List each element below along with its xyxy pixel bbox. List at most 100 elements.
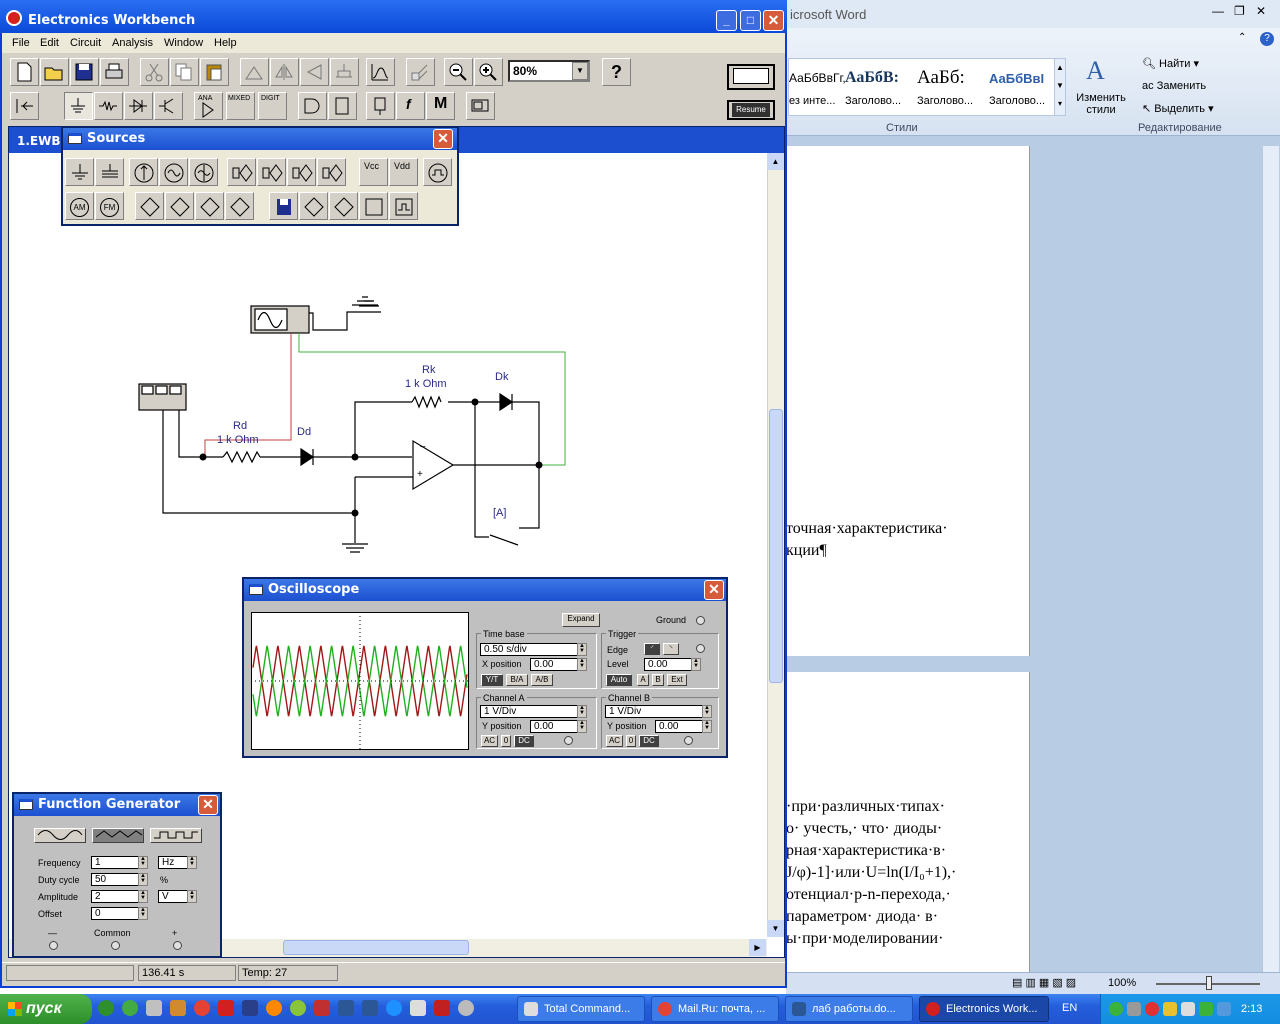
diode-dk[interactable] [499,392,514,412]
replace-button[interactable]: ac Заменить [1142,80,1206,92]
expand-button[interactable]: Expand [562,613,600,627]
duty-cycle-spinner[interactable]: ▲ ▼ [138,873,148,886]
ground-terminal[interactable] [696,616,705,625]
opamp[interactable] [412,439,455,491]
trigger-b-button[interactable]: B [652,674,664,686]
quicklaunch-icon-12[interactable] [362,1000,378,1016]
quicklaunch-icon-10[interactable] [314,1000,330,1016]
quicklaunch-icon-11[interactable] [338,1000,354,1016]
minus-terminal[interactable] [49,941,58,950]
common-terminal[interactable] [111,941,120,950]
diode-dd[interactable] [300,447,315,467]
word-help-icon[interactable]: ? [1260,32,1274,46]
quicklaunch-icon-3[interactable] [146,1000,162,1016]
language-indicator[interactable]: EN [1062,1002,1077,1014]
tray-icon-7[interactable] [1217,1002,1231,1016]
yt-button[interactable]: Y/T [481,674,503,686]
square-wave-button[interactable] [150,828,202,843]
plus-terminal[interactable] [173,941,182,950]
channel-b-dc-button[interactable]: DC [639,735,659,747]
trigger-a-button[interactable]: A [637,674,649,686]
channel-a-terminal[interactable] [564,736,573,745]
change-styles-icon[interactable]: A [1086,56,1105,86]
word-minimize-icon[interactable]: — [1212,4,1224,18]
style-sample-2[interactable]: АаБбВ: [845,69,899,87]
x-position-field[interactable]: 0.00 [530,658,578,671]
ccvs-part[interactable] [287,158,316,186]
ba-button[interactable]: B/A [506,674,528,686]
channel-a-ac-button[interactable]: AC [481,735,498,747]
clock[interactable]: 2:13 [1241,1003,1262,1015]
edge-rising-button[interactable]: ⸍ [644,643,660,655]
quicklaunch-icon-7[interactable] [242,1000,258,1016]
vdd-part[interactable]: Vdd [389,158,418,186]
task-electronics-workbench[interactable]: Electronics Work... [919,996,1049,1022]
word-vertical-scrollbar[interactable] [1262,146,1279,972]
channel-b-zero-button[interactable]: 0 [626,735,636,747]
tray-icon-2[interactable] [1127,1002,1141,1016]
quicklaunch-icon-13[interactable] [386,1000,402,1016]
cccs-part[interactable] [317,158,346,186]
style-sample-3[interactable]: АаБб: [917,67,965,89]
vco-part[interactable] [135,192,164,220]
quicklaunch-icon-9[interactable] [290,1000,306,1016]
quicklaunch-icon-6[interactable] [218,1000,234,1016]
pwl-part[interactable] [225,192,254,220]
sine-wave-button[interactable] [34,828,86,843]
function-generator-close-button[interactable]: ✕ [198,795,218,815]
change-styles-button[interactable]: Изменить стили [1072,92,1130,116]
word-view-buttons[interactable]: ▤ ▥ ▦ ▧ ▨ [1012,976,1076,989]
pulse-part[interactable] [389,192,418,220]
level-spinner[interactable]: ▲ ▼ [691,658,701,671]
volume-icon[interactable] [1181,1002,1195,1016]
ac-current-part[interactable] [189,158,218,186]
channel-a-scale-field[interactable]: 1 V/Div [480,705,578,718]
digital-ground-part[interactable] [95,158,124,186]
word-zoom-level[interactable]: 100% [1108,977,1136,989]
resistor-rd[interactable] [222,450,261,464]
tray-icon-1[interactable] [1109,1002,1123,1016]
word-close-icon[interactable]: ✕ [1256,4,1266,18]
level-field[interactable]: 0.00 [644,658,692,671]
clock-part[interactable] [423,158,452,186]
start-button[interactable]: пуск [0,994,92,1024]
vccs-part[interactable] [227,158,256,186]
x-position-spinner[interactable]: ▲ ▼ [577,658,587,671]
trigger-terminal[interactable] [696,644,705,653]
channel-b-terminal[interactable] [684,736,693,745]
channel-b-ypos-field[interactable]: 0.00 [655,720,703,733]
fsk-part[interactable] [329,192,358,220]
sources-close-button[interactable]: ✕ [433,129,453,149]
channel-a-zero-button[interactable]: 0 [501,735,511,747]
select-button[interactable]: ↖ Выделить ▾ [1142,102,1214,115]
task-total-commander[interactable]: Total Command... [517,996,645,1022]
nonlinear-part[interactable] [195,192,224,220]
tray-icon-6[interactable] [1199,1002,1213,1016]
polynomial-part[interactable] [165,192,194,220]
amplitude-field[interactable]: 2 [91,890,139,903]
amplitude-spinner[interactable]: ▲ ▼ [138,890,148,903]
style-sample-4[interactable]: АаБбВвI [989,71,1044,86]
quicklaunch-icon-8[interactable] [266,1000,282,1016]
channel-b-scale-spinner[interactable]: ▲ ▼ [702,705,712,718]
offset-spinner[interactable]: ▲ ▼ [138,907,148,920]
quicklaunch-icon-1[interactable] [98,1000,114,1016]
quicklaunch-icon-2[interactable] [122,1000,138,1016]
word-zoom-thumb[interactable] [1206,976,1212,990]
channel-b-ac-button[interactable]: AC [606,735,623,747]
amplitude-unit-spinner[interactable]: ▲ ▼ [187,890,197,903]
battery-part[interactable] [129,158,158,186]
amplitude-unit-field[interactable]: V [158,890,188,903]
quicklaunch-icon-4[interactable] [170,1000,186,1016]
style-gallery-scroll[interactable]: ▲ ▼ ▾ [1054,58,1066,116]
am-source-part[interactable]: AM [65,192,94,220]
trigger-ext-button[interactable]: Ext [667,674,687,686]
offset-field[interactable]: 0 [91,907,139,920]
task-mail-ru[interactable]: Mail.Ru: почта, ... [651,996,779,1022]
file-source-part[interactable] [269,192,298,220]
pwl-voltage-part[interactable] [299,192,328,220]
quicklaunch-icon-5[interactable] [194,1000,210,1016]
duty-cycle-field[interactable]: 50 [91,873,139,886]
word-ribbon-minimize-icon[interactable]: ⌃ [1238,32,1246,43]
ab-button[interactable]: A/B [531,674,553,686]
